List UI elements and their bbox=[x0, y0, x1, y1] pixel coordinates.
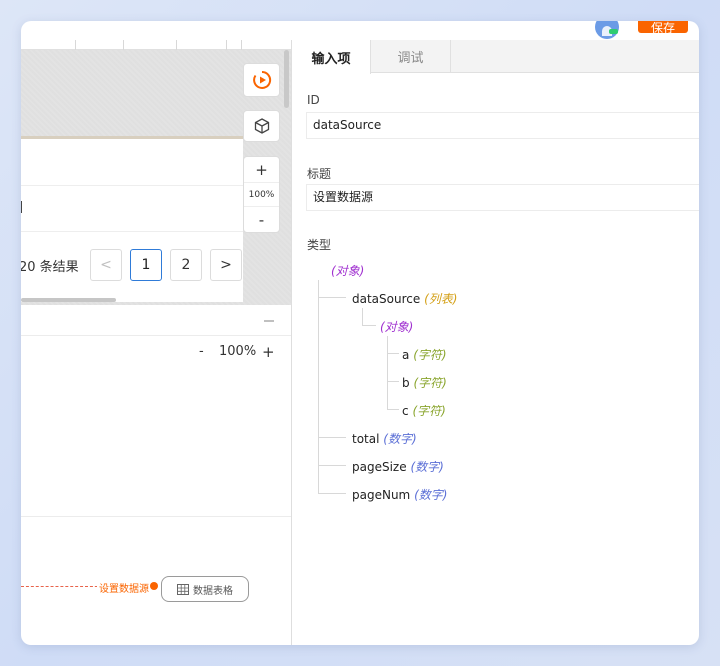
component-3d-button[interactable] bbox=[243, 110, 280, 142]
type-tree-node-total: total (数字) bbox=[352, 432, 417, 446]
table-header-row bbox=[21, 139, 243, 186]
logic-panel-header bbox=[21, 306, 291, 336]
collapse-panel-button[interactable] bbox=[264, 320, 274, 322]
properties-panel: 输入项 调试 ID dataSource 标题 设置数据源 类型 (对象) da… bbox=[292, 40, 699, 645]
type-tree-node-item: (对象) bbox=[380, 320, 414, 334]
pagination-page-1[interactable]: 1 bbox=[130, 249, 162, 281]
pagination-summary: 20 条结果 bbox=[21, 260, 79, 275]
type-tree: (对象) dataSource (列表) (对象) a (字符) b (字符) … bbox=[292, 40, 699, 645]
horizontal-scrollbar[interactable] bbox=[21, 298, 116, 302]
type-tree-node-c: c (字符) bbox=[402, 404, 446, 418]
table-preview[interactable]: 20 条结果 < 1 2 > bbox=[21, 136, 243, 302]
logic-zoom-bar: - 100% + bbox=[21, 336, 291, 366]
type-tree-node-pagesize: pageSize (数字) bbox=[352, 460, 444, 474]
logic-zoom-in-button[interactable]: + bbox=[262, 343, 275, 361]
table-row bbox=[21, 186, 243, 232]
type-tree-node-a: a (字符) bbox=[402, 348, 447, 362]
flow-edge-label[interactable]: 设置数据源 bbox=[97, 580, 151, 595]
logic-flow-canvas[interactable]: 设置数据源 数据表格 bbox=[21, 516, 291, 645]
pagination-page-2[interactable]: 2 bbox=[170, 249, 202, 281]
table-icon bbox=[177, 583, 189, 595]
design-canvas[interactable]: 20 条结果 < 1 2 > + 100% - bbox=[21, 40, 291, 305]
flow-node-label: 数据表格 bbox=[193, 585, 233, 597]
save-button[interactable]: 保存 bbox=[638, 21, 688, 33]
play-circle-icon bbox=[252, 70, 271, 89]
canvas-zoom-out-button[interactable]: - bbox=[244, 207, 279, 232]
canvas-zoom-value: 100% bbox=[244, 182, 279, 207]
pagination-next-button[interactable]: > bbox=[210, 249, 242, 281]
preview-play-button[interactable] bbox=[243, 63, 280, 97]
canvas-zoom-in-button[interactable]: + bbox=[244, 157, 279, 182]
vertical-scrollbar[interactable] bbox=[284, 50, 289, 108]
canvas-zoom-control: + 100% - bbox=[243, 156, 280, 233]
app-window: 保存 20 条结果 < 1 2 > + 100% - - 100% + 设置数据… bbox=[21, 21, 699, 645]
type-tree-node-datasource: dataSource (列表) bbox=[352, 292, 458, 306]
left-pane: 20 条结果 < 1 2 > + 100% - - 100% + 设置数据源 数… bbox=[21, 40, 291, 645]
type-tree-node-pagenum: pageNum (数字) bbox=[352, 488, 448, 502]
flow-node-data-table[interactable]: 数据表格 bbox=[161, 576, 249, 602]
canvas-ruler bbox=[21, 40, 291, 50]
pagination-prev-button[interactable]: < bbox=[90, 249, 122, 281]
online-status-indicator bbox=[609, 29, 618, 34]
type-tree-root: (对象) bbox=[331, 264, 365, 278]
logic-zoom-value: 100% bbox=[219, 344, 257, 359]
type-tree-node-b: b (字符) bbox=[402, 376, 447, 390]
logic-zoom-out-button[interactable]: - bbox=[199, 344, 204, 359]
flow-edge-port[interactable] bbox=[150, 582, 158, 590]
cube-icon bbox=[254, 118, 269, 134]
